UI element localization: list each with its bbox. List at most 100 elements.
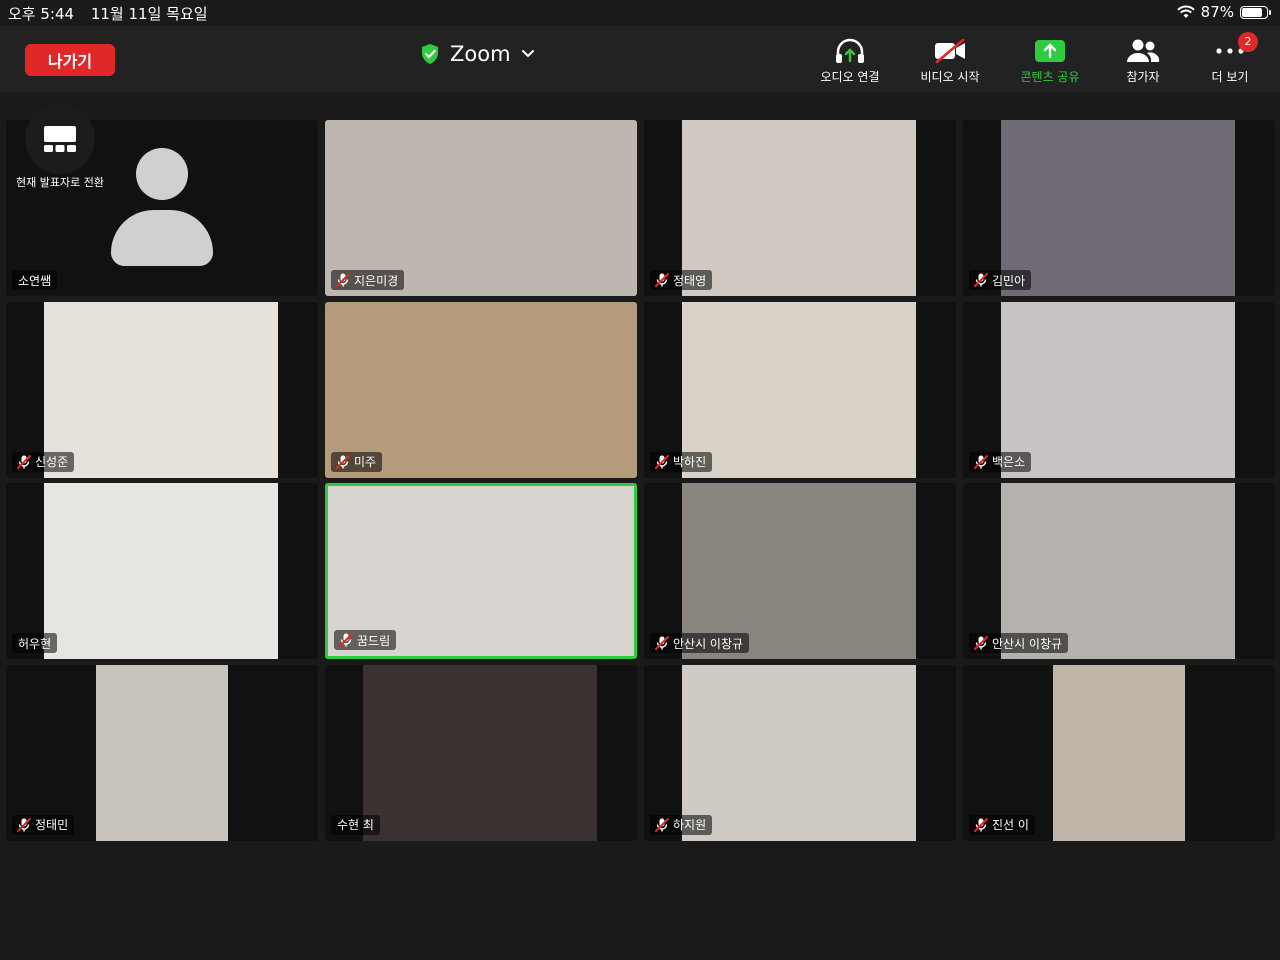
participant-nameplate: 안산시 이창규	[969, 633, 1069, 653]
mic-muted-icon	[339, 633, 353, 647]
mic-muted-icon	[17, 454, 31, 469]
participant-video	[682, 120, 916, 296]
participant-name: 지은미경	[354, 273, 399, 288]
meeting-header: 나가기 Zoom 오디오 연결 비디오 시작 콘텐츠 공유 참가자 2 더 보기	[0, 26, 1280, 92]
participant-tile[interactable]: 꿈드림	[325, 483, 637, 659]
participant-nameplate: 소연쌤	[12, 270, 58, 290]
participant-nameplate: 진선 이	[969, 814, 1035, 835]
mic-muted-icon	[17, 817, 31, 832]
participant-tile[interactable]: 미주	[325, 301, 637, 478]
participant-tile[interactable]: 하지원	[644, 664, 956, 841]
wifi-icon	[1176, 5, 1195, 18]
participant-name: 안산시 이창규	[673, 636, 744, 651]
mic-muted-icon	[974, 454, 988, 469]
chevron-down-icon	[521, 50, 534, 58]
meeting-title-dropdown[interactable]: Zoom	[420, 42, 535, 66]
participant-nameplate: 미주	[331, 451, 383, 472]
audio-connect-label: 오디오 연결	[820, 70, 880, 84]
participant-name: 안산시 이창규	[992, 636, 1063, 651]
participant-nameplate: 안산시 이창규	[650, 633, 750, 653]
participant-video	[1001, 120, 1235, 296]
participant-video	[1001, 301, 1235, 478]
participant-name: 미주	[354, 455, 377, 469]
participant-nameplate: 박하진	[650, 451, 713, 472]
participant-tile[interactable]: 안산시 이창규	[963, 483, 1275, 659]
video-grid: 소연쌤 지은미경 정태영 김민아신성준 미주 박하진 백은소허우현 꿈드림 안산시 이창규 안산시…	[6, 104, 1275, 841]
mic-muted-icon	[655, 817, 669, 832]
participant-video	[682, 301, 916, 478]
mic-muted-icon	[974, 636, 988, 650]
participant-video	[96, 664, 228, 841]
start-video-button[interactable]: 비디오 시작	[900, 36, 1000, 92]
status-time: 오후 5:44	[8, 5, 75, 23]
participant-name: 진선 이	[992, 818, 1029, 832]
participant-video	[44, 301, 278, 478]
participant-nameplate: 정태영	[650, 270, 713, 290]
participants-button[interactable]: 참가자	[1093, 36, 1193, 92]
participant-nameplate: 지은미경	[331, 270, 405, 290]
participant-name: 정태영	[673, 273, 707, 288]
headphones-icon	[836, 38, 864, 63]
participant-nameplate: 정태민	[12, 814, 75, 835]
more-label: 더 보기	[1211, 70, 1249, 84]
participant-tile[interactable]: 김민아	[963, 120, 1275, 296]
start-video-label: 비디오 시작	[920, 70, 980, 84]
participant-tile[interactable]: 백은소	[963, 301, 1275, 478]
share-content-label: 콘텐츠 공유	[1020, 70, 1080, 84]
participant-tile[interactable]: 정태영	[644, 120, 956, 296]
mic-muted-icon	[336, 454, 350, 469]
participant-name: 허우현	[18, 636, 52, 651]
mic-muted-icon	[655, 636, 669, 650]
leave-button[interactable]: 나가기	[25, 44, 115, 76]
speaker-view-icon	[44, 126, 76, 152]
audio-connect-button[interactable]: 오디오 연결	[800, 36, 900, 92]
more-button[interactable]: 2 더 보기	[1180, 32, 1280, 92]
video-off-icon	[935, 38, 965, 64]
battery-icon	[1240, 5, 1271, 19]
participant-nameplate: 허우현	[12, 633, 58, 653]
participant-tile[interactable]: 정태민	[6, 664, 318, 841]
participant-nameplate: 하지원	[650, 814, 713, 835]
status-bar: 오후 5:44 11월 11일 목요일 87%	[0, 0, 1280, 26]
avatar-placeholder-body	[111, 210, 213, 266]
participant-nameplate: 백은소	[969, 451, 1032, 472]
share-content-button[interactable]: 콘텐츠 공유	[1000, 36, 1100, 92]
participant-tile[interactable]: 박하진	[644, 301, 956, 478]
switch-to-speaker-label: 현재 발표자로 전환	[16, 176, 104, 189]
avatar-placeholder-head	[136, 148, 188, 200]
participant-nameplate: 신성준	[12, 451, 75, 472]
shield-check-icon	[422, 44, 438, 64]
mic-muted-icon	[974, 273, 988, 287]
mic-muted-icon	[336, 273, 350, 287]
battery-fill	[1242, 7, 1262, 17]
meeting-toolbar: 오디오 연결 비디오 시작 콘텐츠 공유 참가자 2 더 보기	[800, 32, 1280, 92]
participant-name: 박하진	[673, 455, 707, 469]
participant-tile[interactable]: 수현 최	[325, 664, 637, 841]
participant-name: 신성준	[35, 455, 69, 469]
switch-to-speaker-view-button[interactable]: 현재 발표자로 전환	[10, 104, 110, 189]
participant-video	[1053, 664, 1185, 841]
mic-muted-icon	[974, 817, 988, 832]
participant-name: 꿈드림	[357, 633, 391, 648]
participant-nameplate: 꿈드림	[334, 630, 397, 650]
participant-video	[363, 664, 597, 841]
participant-name: 하지원	[673, 818, 707, 832]
meeting-title: Zoom	[450, 42, 511, 66]
participants-label: 참가자	[1126, 70, 1160, 84]
participant-tile[interactable]: 지은미경	[325, 120, 637, 296]
share-screen-icon	[1035, 40, 1065, 62]
participants-icon	[1127, 39, 1160, 62]
participant-video	[682, 664, 916, 841]
status-date: 11월 11일 목요일	[90, 5, 208, 23]
participant-tile[interactable]: 안산시 이창규	[644, 483, 956, 659]
participant-tile[interactable]: 진선 이	[963, 664, 1275, 841]
mic-muted-icon	[655, 454, 669, 469]
speaker-view-icon-wrap	[25, 104, 95, 174]
participant-name: 김민아	[992, 273, 1026, 288]
participant-tile[interactable]: 신성준	[6, 301, 318, 478]
mic-muted-icon	[655, 273, 669, 287]
participant-nameplate: 김민아	[969, 270, 1032, 290]
participant-tile[interactable]: 허우현	[6, 483, 318, 659]
participant-nameplate: 수현 최	[331, 814, 380, 835]
participant-name: 소연쌤	[18, 273, 52, 288]
